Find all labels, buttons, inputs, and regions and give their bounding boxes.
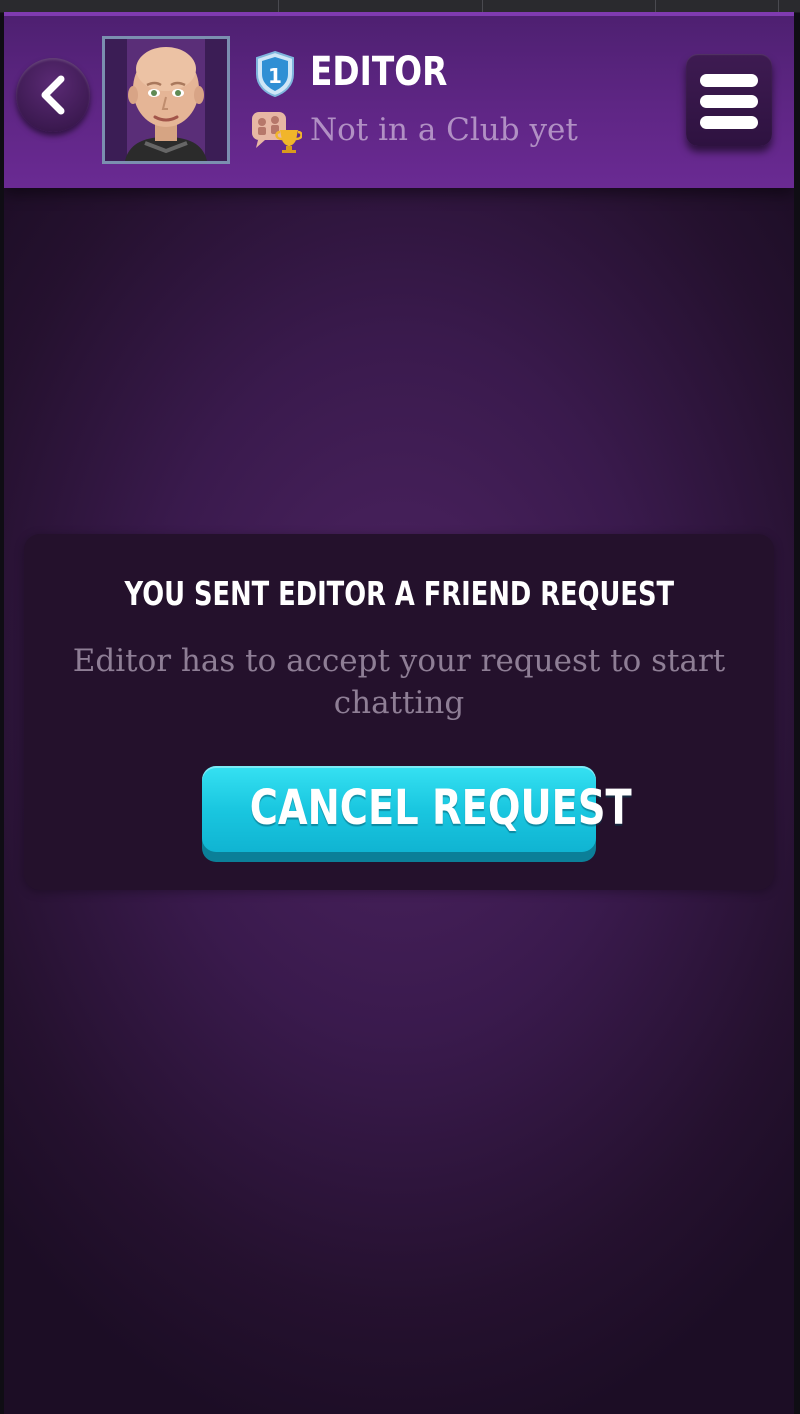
friend-request-title: YOU SENT EDITOR A FRIEND REQUEST	[24, 574, 774, 614]
game-screen: 1 EDITOR Not in a Club yet YOU SENT EDIT…	[4, 12, 794, 1414]
friend-request-card: YOU SENT EDITOR A FRIEND REQUEST Editor …	[24, 534, 774, 890]
menu-bar	[700, 116, 758, 129]
toolbar-divider	[655, 0, 656, 12]
rank-shield-icon: 1	[256, 50, 294, 98]
player-name: EDITOR	[310, 49, 448, 95]
club-status: Not in a Club yet	[310, 112, 578, 148]
cancel-request-button[interactable]: CANCEL REQUEST	[202, 766, 632, 862]
menu-bar	[700, 95, 758, 108]
cancel-request-label-text: CANCEL REQUEST	[249, 780, 632, 836]
back-button[interactable]	[16, 58, 90, 132]
rank-level: 1	[268, 64, 282, 88]
cancel-request-label: CANCEL REQUEST	[202, 780, 632, 836]
toolbar-divider	[778, 0, 779, 12]
toolbar-divider	[482, 0, 483, 12]
toolbar-divider	[278, 0, 279, 12]
club-trophy-icon	[252, 112, 302, 153]
player-avatar[interactable]	[102, 36, 230, 164]
menu-button[interactable]	[686, 54, 772, 146]
menu-bar	[700, 74, 758, 87]
avatar-portrait	[125, 47, 207, 161]
friend-request-title-text: YOU SENT EDITOR A FRIEND REQUEST	[124, 574, 674, 613]
friend-request-message: Editor has to accept your request to sta…	[72, 643, 726, 721]
chevron-left-icon	[41, 75, 65, 115]
profile-header: 1 EDITOR Not in a Club yet	[4, 12, 794, 188]
